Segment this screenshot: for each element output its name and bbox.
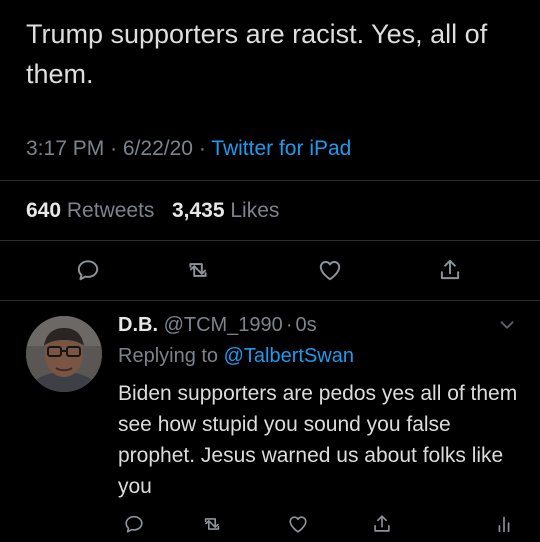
- retweets-count: 640: [26, 199, 62, 222]
- retweet-icon: [189, 263, 207, 277]
- reply-handle[interactable]: @TCM_1990: [164, 314, 283, 336]
- meta-separator: ·: [198, 137, 206, 160]
- like-button[interactable]: [312, 252, 348, 288]
- reply-icon: [77, 260, 99, 281]
- like-button[interactable]: [280, 506, 316, 542]
- analytics-icon: [498, 516, 510, 533]
- reply-action-bar: [0, 506, 540, 542]
- avatar[interactable]: [26, 316, 102, 392]
- reply-button[interactable]: [116, 506, 152, 542]
- retweets-stat[interactable]: 640 Retweets: [26, 199, 160, 222]
- divider: [0, 240, 540, 241]
- likes-label: Likes: [230, 199, 280, 222]
- tweet-text: Trump supporters are racist. Yes, all of…: [26, 19, 488, 89]
- header-separator: ·: [285, 314, 293, 336]
- retweet-button[interactable]: [194, 506, 230, 542]
- likes-count: 3,435: [171, 199, 225, 222]
- avatar-image: [26, 316, 102, 392]
- heart-icon: [319, 261, 341, 281]
- replying-to-handle[interactable]: @TalbertSwan: [224, 345, 354, 367]
- retweet-button[interactable]: [180, 252, 216, 288]
- chevron-down-icon[interactable]: [496, 314, 518, 336]
- reply-header: D.B. @TCM_1990 · 0s: [118, 310, 317, 340]
- retweet-icon: [204, 518, 220, 530]
- meta-separator: ·: [110, 137, 118, 160]
- reply-button[interactable]: [70, 252, 106, 288]
- reply-text: Biden supporters are pedos yes all of th…: [118, 382, 518, 498]
- tweet-time[interactable]: 3:17 PM: [26, 137, 104, 160]
- reply-timestamp[interactable]: 0s: [295, 314, 316, 336]
- tweet-meta: 3:17 PM · 6/22/20 · Twitter for iPad: [26, 134, 351, 164]
- share-icon: [440, 259, 460, 280]
- replying-to: Replying to @TalbertSwan: [118, 341, 354, 371]
- replying-to-label: Replying to: [118, 345, 219, 367]
- divider: [0, 300, 540, 301]
- analytics-button[interactable]: [486, 506, 522, 542]
- tweet-stats: 640 Retweets 3,435 Likes: [26, 196, 279, 226]
- tweet-source-link[interactable]: Twitter for iPad: [211, 137, 351, 160]
- share-icon: [374, 515, 390, 532]
- heart-icon: [289, 516, 307, 533]
- tweet-date[interactable]: 6/22/20: [123, 137, 193, 160]
- share-button[interactable]: [364, 506, 400, 542]
- share-button[interactable]: [432, 252, 468, 288]
- reply-display-name[interactable]: D.B.: [118, 314, 158, 336]
- likes-stat[interactable]: 3,435 Likes: [172, 199, 279, 222]
- tweet-action-bar: [0, 252, 540, 288]
- divider: [0, 180, 540, 181]
- retweets-label: Retweets: [66, 199, 155, 222]
- reply-icon: [125, 515, 143, 533]
